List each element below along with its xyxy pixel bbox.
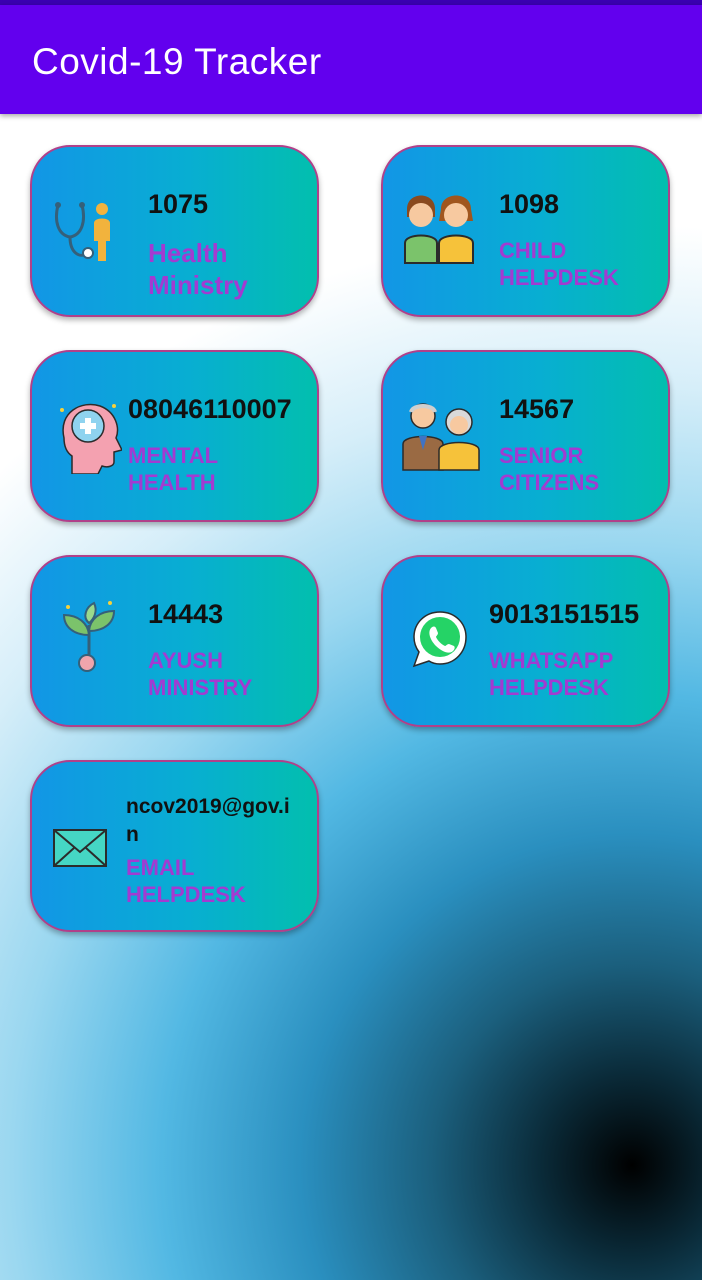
children-icon: [401, 187, 477, 269]
envelope-icon: [52, 824, 108, 872]
helpline-number: 08046110007: [128, 394, 292, 424]
helpline-card-whatsapp-helpdesk[interactable]: 9013151515 WHATSAPP HELPDESK: [381, 555, 670, 727]
helpline-label: SENIOR CITIZENS: [499, 443, 600, 495]
herbal-plant-icon: [60, 601, 118, 673]
app-bar: Covid-19 Tracker: [0, 5, 702, 114]
helpline-label: WHATSAPP HELPDESK: [489, 648, 613, 700]
helpline-label: AYUSH MINISTRY: [148, 648, 253, 700]
helpline-card-mental-health[interactable]: 08046110007 MENTAL HEALTH: [30, 350, 319, 522]
helpline-card-health-ministry[interactable]: 1075 Health Ministry: [30, 145, 319, 317]
app-title: Covid-19 Tracker: [32, 41, 322, 82]
helpline-number: 14567: [499, 394, 575, 424]
helpline-number: 1098: [499, 189, 560, 219]
helpline-card-ayush-ministry[interactable]: 14443 AYUSH MINISTRY: [30, 555, 319, 727]
helpline-label: CHILD HELPDESK: [499, 238, 619, 290]
helpline-number: 9013151515: [489, 599, 640, 629]
helpline-label: MENTAL HEALTH: [128, 443, 218, 495]
helpline-email: ncov2019@gov.in: [126, 795, 290, 846]
helpline-number: 1075: [148, 189, 209, 219]
doctor-stethoscope-icon: [52, 197, 120, 269]
helpline-card-senior-citizens[interactable]: 14567 SENIOR CITIZENS: [381, 350, 670, 522]
helpline-label: Health Ministry: [148, 238, 248, 300]
whatsapp-icon: [411, 609, 469, 669]
helpline-number: 14443: [148, 599, 224, 629]
mental-health-head-icon: [58, 398, 122, 474]
helpline-card-email-helpdesk[interactable]: ncov2019@gov.in EMAIL HELPDESK: [30, 760, 319, 932]
helpline-label: EMAIL HELPDESK: [126, 855, 246, 907]
helpline-card-child-helpdesk[interactable]: 1098 CHILD HELPDESK: [381, 145, 670, 317]
senior-couple-icon: [401, 400, 481, 472]
